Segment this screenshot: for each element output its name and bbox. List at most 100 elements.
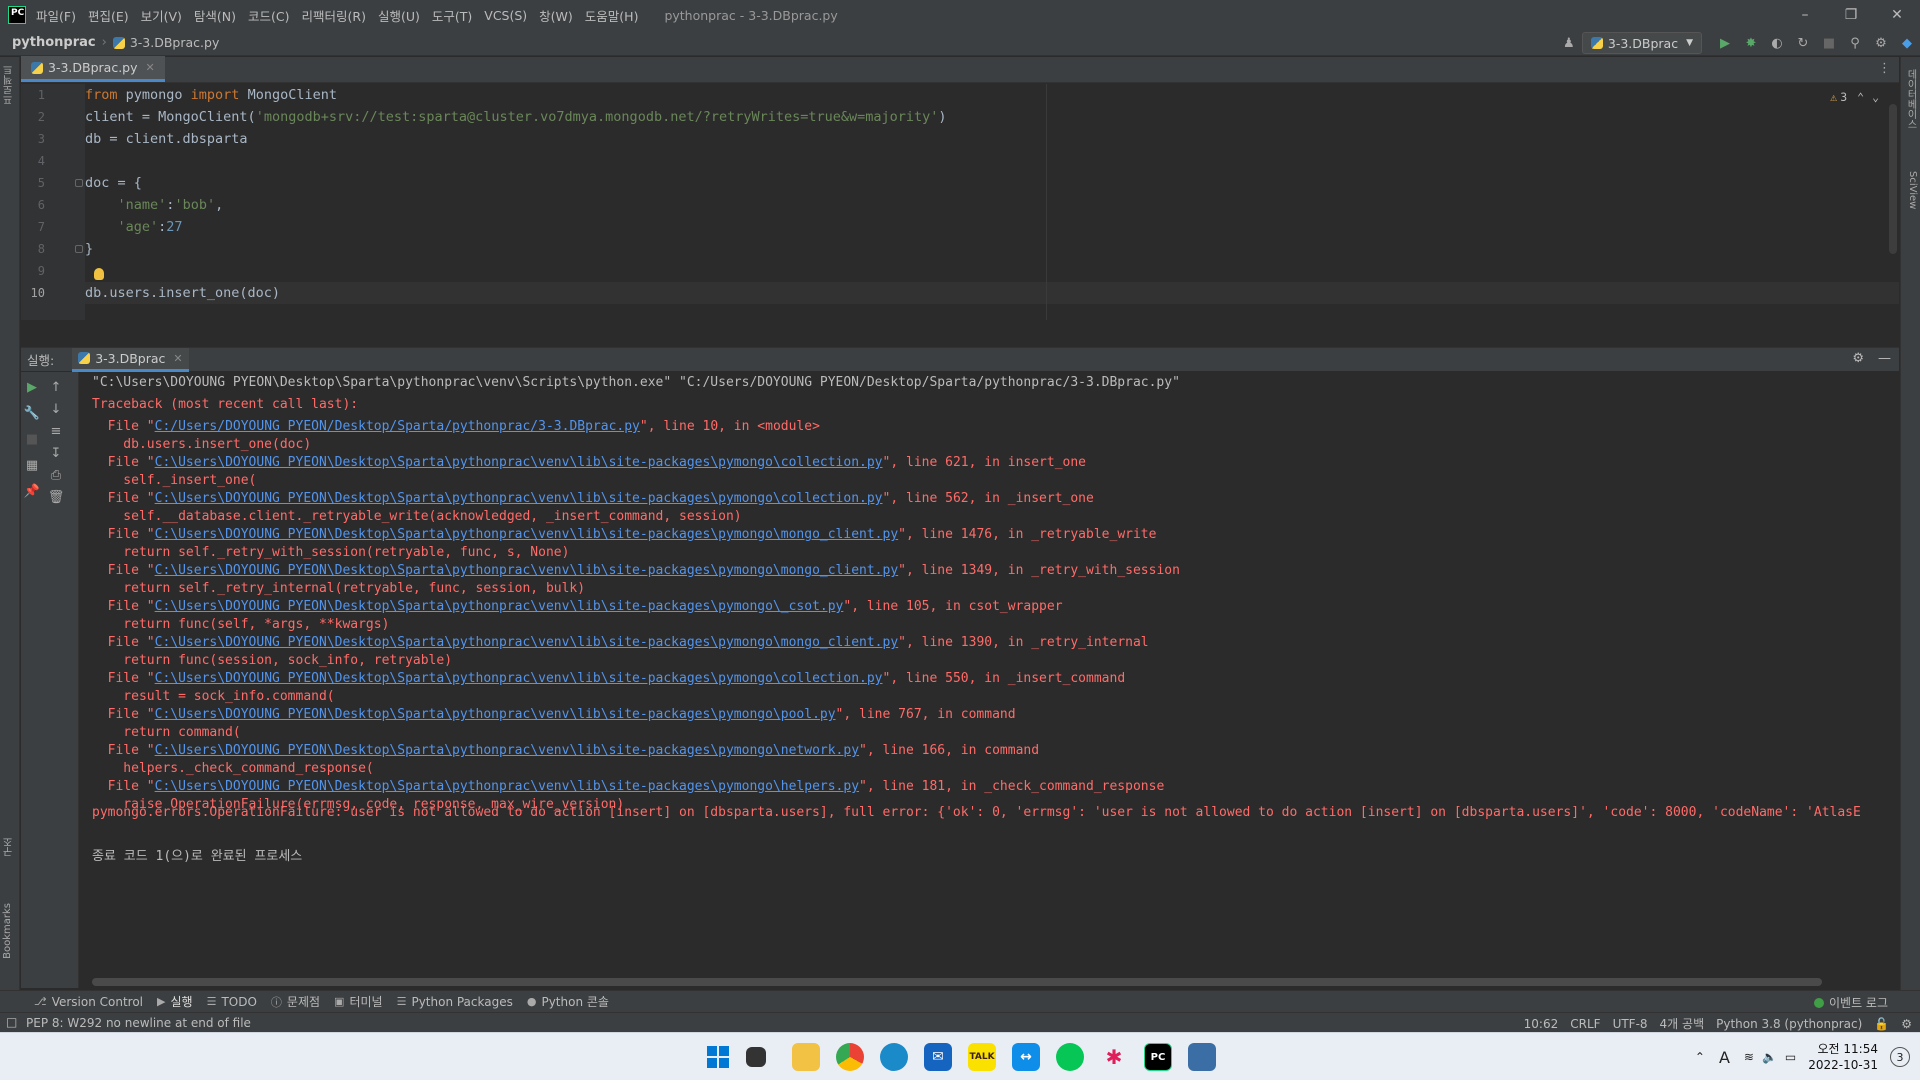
- interpreter-selector[interactable]: Python 3.8 (pythonprac): [1716, 1017, 1862, 1031]
- traceback-file-link[interactable]: C:\Users\DOYOUNG PYEON\Desktop\Sparta\py…: [155, 563, 899, 578]
- traceback-file-link[interactable]: C:\Users\DOYOUNG PYEON\Desktop\Sparta\py…: [155, 527, 899, 542]
- status-message[interactable]: PEP 8: W292 no newline at end of file: [26, 1016, 251, 1030]
- run-config-selector[interactable]: 3-3.DBprac ▼: [1581, 32, 1702, 54]
- menu-refactor[interactable]: 리팩터링(R): [302, 6, 366, 25]
- menu-vcs[interactable]: VCS(S): [484, 8, 527, 23]
- ime-indicator[interactable]: A: [1719, 1048, 1730, 1067]
- inspection-widget[interactable]: ⚠ 3 ⌃ ⌄: [1830, 90, 1879, 104]
- tool-tab-terminal[interactable]: ▣ 터미널: [334, 993, 383, 1010]
- coverage-icon[interactable]: ◐: [1767, 33, 1787, 53]
- tool-tab-run[interactable]: ▶ 실행: [157, 993, 193, 1010]
- pycharm-taskbar-icon[interactable]: PC: [1144, 1043, 1172, 1071]
- code-editor[interactable]: 1 2 3 4 5 6 7 8 9 10 from pymongo import…: [21, 84, 1899, 320]
- structure-tool-tab[interactable]: 구조: [2, 837, 17, 857]
- pin-icon[interactable]: 📌: [24, 483, 40, 499]
- menu-code[interactable]: 코드(C): [248, 6, 289, 25]
- lock-icon[interactable]: 🔓: [1874, 1017, 1889, 1031]
- chevron-up-icon[interactable]: ⌃: [1857, 90, 1864, 104]
- arrow-down-icon[interactable]: ↓: [48, 401, 64, 417]
- run-icon[interactable]: ▶: [1715, 33, 1735, 53]
- tool-tab-python-console[interactable]: ● Python 콘솔: [527, 993, 609, 1010]
- menu-run[interactable]: 실행(U): [378, 6, 420, 25]
- project-tool-tab[interactable]: 프로젝트: [2, 65, 17, 105]
- toggle-tool-windows-icon[interactable]: □: [6, 1015, 17, 1029]
- scroll-to-end-icon[interactable]: ↧: [48, 445, 64, 461]
- hide-icon[interactable]: —: [1878, 351, 1891, 366]
- line-app-icon[interactable]: [1056, 1043, 1084, 1071]
- sciview-tool-tab[interactable]: SciView: [1907, 171, 1918, 209]
- traceback-file-link[interactable]: C:\Users\DOYOUNG PYEON\Desktop\Sparta\py…: [155, 491, 883, 506]
- traceback-file-link[interactable]: C:\Users\DOYOUNG PYEON\Desktop\Sparta\py…: [155, 635, 899, 650]
- menu-file[interactable]: 파일(F): [36, 6, 76, 25]
- rerun-icon[interactable]: ▶: [24, 379, 40, 395]
- traceback-file-link[interactable]: C:\Users\DOYOUNG PYEON\Desktop\Sparta\py…: [155, 743, 859, 758]
- fold-marker-icon[interactable]: [75, 245, 83, 253]
- more-tabs-icon[interactable]: ⋮: [1878, 61, 1891, 76]
- close-icon[interactable]: ✕: [1874, 0, 1920, 30]
- minimize-icon[interactable]: –: [1782, 0, 1828, 30]
- gear-icon[interactable]: ⚙: [1871, 33, 1891, 53]
- traceback-file-link[interactable]: C:\Users\DOYOUNG PYEON\Desktop\Sparta\py…: [155, 455, 883, 470]
- tool-tab-todo[interactable]: ☰ TODO: [207, 995, 257, 1009]
- close-tab-icon[interactable]: ✕: [146, 61, 155, 74]
- tool-tab-problems[interactable]: ⓘ 문제점: [271, 993, 320, 1010]
- editor-tab[interactable]: 3-3.DBprac.py ✕: [21, 56, 165, 82]
- layout-icon[interactable]: ▦: [24, 457, 40, 473]
- menu-help[interactable]: 도움말(H): [585, 6, 639, 25]
- wrench-icon[interactable]: 🔧: [24, 405, 40, 421]
- breadcrumb-file[interactable]: 3-3.DBprac.py: [112, 35, 219, 50]
- close-tab-icon[interactable]: ✕: [173, 352, 182, 365]
- console-horizontal-scrollbar[interactable]: [92, 978, 1822, 986]
- traceback-file-link[interactable]: C:/Users/DOYOUNG PYEON/Desktop/Sparta/py…: [155, 419, 640, 434]
- clock[interactable]: 오전 11:54 2022-10-31: [1808, 1041, 1878, 1073]
- breadcrumb-project[interactable]: pythonprac: [12, 35, 96, 50]
- soft-wrap-icon[interactable]: ≡: [48, 423, 64, 439]
- line-separator[interactable]: CRLF: [1570, 1017, 1600, 1031]
- notification-badge[interactable]: 3: [1890, 1047, 1910, 1067]
- traceback-file-link[interactable]: C:\Users\DOYOUNG PYEON\Desktop\Sparta\py…: [155, 599, 844, 614]
- tool-tab-python-packages[interactable]: ☰ Python Packages: [397, 995, 513, 1009]
- profile-icon[interactable]: ↻: [1793, 33, 1813, 53]
- slack-icon[interactable]: ✱: [1100, 1043, 1128, 1071]
- user-icon[interactable]: ♟: [1559, 33, 1579, 53]
- indent-setting[interactable]: 4개 공백: [1660, 1015, 1705, 1032]
- database-tool-tab[interactable]: 데이터베이스: [1903, 69, 1918, 129]
- windows-start-icon[interactable]: [704, 1043, 732, 1071]
- caret-position[interactable]: 10:62: [1524, 1017, 1559, 1031]
- run-console[interactable]: "C:\Users\DOYOUNG PYEON\Desktop\Sparta\p…: [80, 372, 1890, 978]
- file-encoding[interactable]: UTF-8: [1613, 1017, 1648, 1031]
- plugin-icon[interactable]: ◆: [1897, 33, 1917, 53]
- file-explorer-icon[interactable]: [792, 1043, 820, 1071]
- menu-navigate[interactable]: 탐색(N): [194, 6, 236, 25]
- trash-icon[interactable]: 🗑: [48, 489, 65, 505]
- print-icon[interactable]: ⎙: [48, 467, 64, 483]
- bookmarks-tool-tab[interactable]: Bookmarks: [2, 903, 13, 959]
- search-icon[interactable]: ⚲: [1845, 33, 1865, 53]
- chrome-icon[interactable]: [836, 1043, 864, 1071]
- mail-icon[interactable]: ✉: [924, 1043, 952, 1071]
- arrow-up-icon[interactable]: ↑: [48, 379, 64, 395]
- kakaotalk-icon[interactable]: TALK: [968, 1043, 996, 1071]
- fold-marker-icon[interactable]: [75, 179, 83, 187]
- stop-icon[interactable]: ■: [24, 431, 40, 447]
- chevron-down-icon[interactable]: ⌄: [1872, 90, 1879, 104]
- tool-tab-version-control[interactable]: ⎇ Version Control: [34, 995, 143, 1009]
- gear-icon[interactable]: ⚙: [1852, 351, 1864, 366]
- traceback-file-link[interactable]: C:\Users\DOYOUNG PYEON\Desktop\Sparta\py…: [155, 707, 836, 722]
- wifi-icon[interactable]: ≋: [1744, 1050, 1754, 1064]
- chevron-up-icon[interactable]: ⌃: [1695, 1050, 1705, 1064]
- editor-scrollbar[interactable]: [1889, 104, 1897, 254]
- run-tab[interactable]: 3-3.DBprac ✕: [72, 347, 189, 372]
- restore-icon[interactable]: ❐: [1828, 0, 1874, 30]
- menu-tools[interactable]: 도구(T): [432, 6, 472, 25]
- battery-icon[interactable]: ▭: [1785, 1050, 1796, 1064]
- event-log-tab[interactable]: 이벤트 로그: [1813, 994, 1888, 1011]
- edge-icon[interactable]: [880, 1043, 908, 1071]
- task-view-icon[interactable]: [746, 1047, 766, 1067]
- remote-desktop-icon[interactable]: [1188, 1043, 1216, 1071]
- traceback-file-link[interactable]: C:\Users\DOYOUNG PYEON\Desktop\Sparta\py…: [155, 671, 883, 686]
- menu-edit[interactable]: 편집(E): [88, 6, 129, 25]
- volume-icon[interactable]: 🔈: [1762, 1050, 1777, 1064]
- teamviewer-icon[interactable]: ↔: [1012, 1043, 1040, 1071]
- lightbulb-icon[interactable]: [94, 268, 104, 280]
